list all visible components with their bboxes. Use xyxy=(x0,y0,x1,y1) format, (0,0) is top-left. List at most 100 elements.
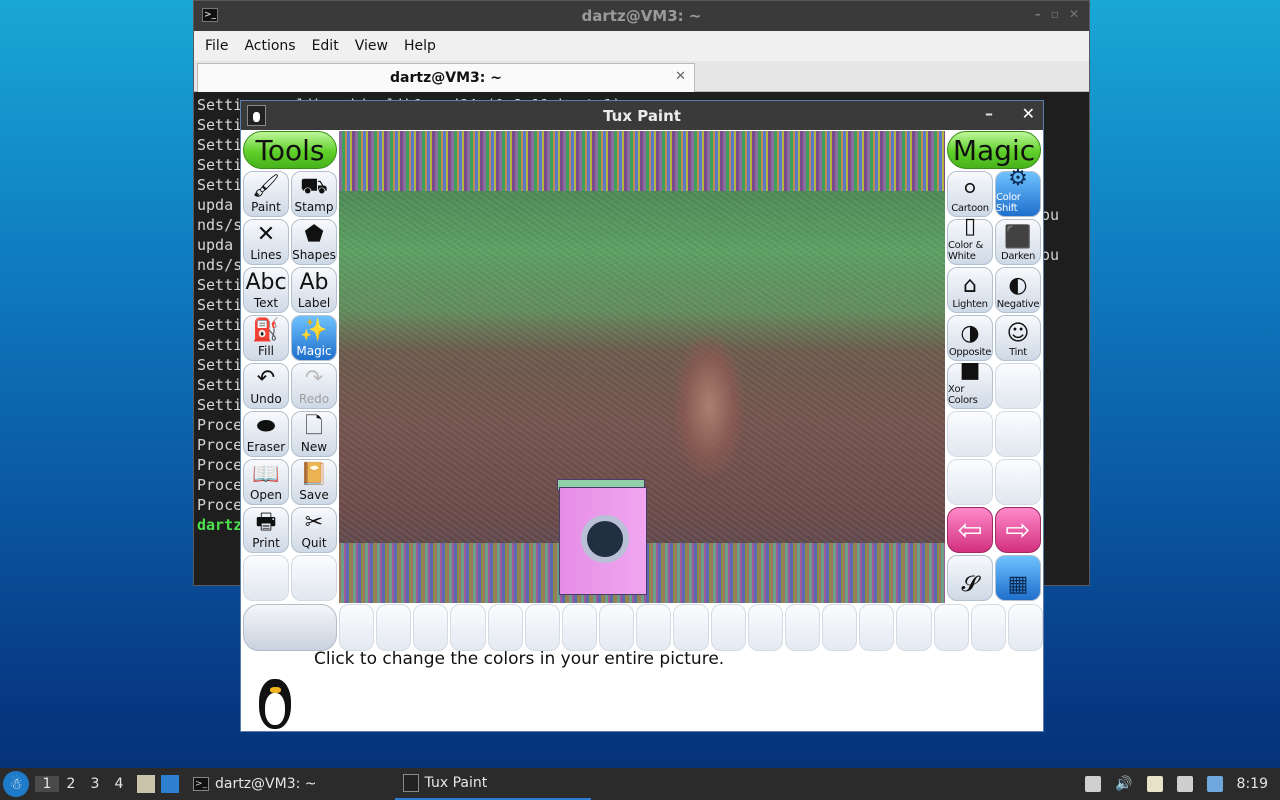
tool-label: Undo xyxy=(250,392,282,406)
tool-eraser-button[interactable]: ⬬ Eraser xyxy=(243,411,289,457)
color-swatch[interactable] xyxy=(636,604,672,651)
menu-help[interactable]: Help xyxy=(396,38,444,54)
tool-lines-button[interactable]: ✕ Lines xyxy=(243,219,289,265)
color-swatch[interactable] xyxy=(859,604,895,651)
workspace-switcher: 1 2 3 4 xyxy=(35,776,131,792)
washing-machine-stamp xyxy=(555,479,647,595)
tuxpaint-title: Tux Paint xyxy=(603,106,681,125)
magic-color-white-button[interactable]: ▯ Color & White xyxy=(947,215,993,265)
tool-label: Label xyxy=(297,296,331,310)
network-icon[interactable] xyxy=(1176,776,1193,792)
menu-file[interactable]: File xyxy=(197,38,236,54)
volume-icon[interactable]: 🔊 xyxy=(1115,776,1132,792)
redo-icon: ↷ xyxy=(304,366,324,391)
clipboard-icon[interactable] xyxy=(1085,776,1102,792)
tool-quit-button[interactable]: ✂ Quit xyxy=(291,507,337,553)
minimize-icon[interactable]: – xyxy=(985,104,993,123)
magic-fullscreen-mode-icon[interactable]: ▦ xyxy=(995,555,1041,601)
color-white-icon: ▯ xyxy=(963,214,977,239)
color-swatch[interactable] xyxy=(524,604,560,651)
minimize-icon[interactable]: – xyxy=(1035,7,1041,21)
workspace-1[interactable]: 1 xyxy=(35,776,59,792)
task-terminal[interactable]: >_ dartz@VM3: ~ xyxy=(185,768,325,800)
magic-color-shift-button[interactable]: ⚙ Color Shift xyxy=(995,167,1041,217)
clock[interactable]: 8:19 xyxy=(1237,776,1268,792)
start-menu-icon[interactable]: ☃ xyxy=(3,771,29,797)
magic-xor-colors-button[interactable]: ■ Xor Colors xyxy=(947,359,993,409)
empty-magic-slot xyxy=(947,459,993,505)
terminal-tab[interactable]: dartz@VM3: ~ ✕ xyxy=(197,63,695,92)
tool-shapes-button[interactable]: ⬟ Shapes xyxy=(291,219,337,265)
close-icon[interactable]: ✕ xyxy=(1069,7,1079,21)
color-swatch[interactable] xyxy=(339,604,375,651)
tools-palette: 🖌 Paint ⛟ Stamp ✕ Lines ⬟ Shapes Abc Text Ab Label ⛽… xyxy=(243,171,337,601)
file-manager-icon[interactable] xyxy=(137,775,155,793)
canvas-stripes xyxy=(339,131,945,191)
color-swatch[interactable] xyxy=(673,604,709,651)
workspace-4[interactable]: 4 xyxy=(107,776,131,792)
menu-view[interactable]: View xyxy=(347,38,396,54)
tool-fill-button[interactable]: ⛽ Fill xyxy=(243,315,289,361)
color-swatch[interactable] xyxy=(599,604,635,651)
tool-open-button[interactable]: 📖 Open xyxy=(243,459,289,505)
color-swatch[interactable] xyxy=(970,604,1006,651)
color-swatch[interactable] xyxy=(896,604,932,651)
magic-header: Magic xyxy=(947,131,1041,169)
tool-label: Redo xyxy=(298,392,330,406)
color-swatch[interactable] xyxy=(561,604,598,651)
color-swatch[interactable] xyxy=(822,604,858,651)
drawing-canvas[interactable] xyxy=(339,131,945,603)
tool-new-button[interactable]: 🗋 New xyxy=(291,411,337,457)
workspace-3[interactable]: 3 xyxy=(83,776,107,792)
magic-next-arrow-icon[interactable]: ⇨ xyxy=(995,507,1041,553)
terminal-icon: >_ xyxy=(202,8,218,22)
color-swatch[interactable] xyxy=(413,604,449,651)
tool-paint-button[interactable]: 🖌 Paint xyxy=(243,171,289,217)
magic-paint-mode-icon[interactable]: 𝓢 xyxy=(947,555,993,601)
magic-tint-button[interactable]: ☺ Tint xyxy=(995,315,1041,361)
magic-negative-button[interactable]: ◐ Negative xyxy=(995,267,1041,313)
magic-prev-arrow-icon[interactable]: ⇦ xyxy=(947,507,993,553)
workspace-2[interactable]: 2 xyxy=(59,776,83,792)
maximize-icon[interactable]: ▫ xyxy=(1051,7,1059,21)
color-swatch[interactable] xyxy=(487,604,523,651)
show-desktop-icon[interactable] xyxy=(161,775,179,793)
color-swatch[interactable] xyxy=(784,604,821,651)
magic-cartoon-button[interactable]: ⚪ Cartoon xyxy=(947,171,993,217)
task-tuxpaint[interactable]: Tux Paint xyxy=(394,768,591,800)
color-swatch[interactable] xyxy=(710,604,746,651)
terminal-window-controls[interactable]: – ▫ ✕ xyxy=(1035,7,1079,21)
canvas-figure xyxy=(674,336,744,476)
terminal-title: dartz@VM3: ~ xyxy=(581,7,702,25)
magic-opposite-button[interactable]: ◑ Opposite xyxy=(947,315,993,361)
tool-print-button[interactable]: 🖶 Print xyxy=(243,507,289,553)
terminal-titlebar[interactable]: >_ dartz@VM3: ~ – ▫ ✕ xyxy=(194,1,1089,31)
magic-darken-button[interactable]: ⬛ Darken xyxy=(995,219,1041,265)
notes-icon[interactable] xyxy=(1146,776,1163,792)
tuxpaint-window[interactable]: Tux Paint – ✕ Tools Magic 🖌 Paint ⛟ Stamp ✕ L… xyxy=(240,100,1044,732)
color-swatch[interactable] xyxy=(933,604,969,651)
tip-text: Click to change the colors in your entir… xyxy=(314,649,725,669)
tool-save-button[interactable]: 📔 Save xyxy=(291,459,337,505)
notification-icon[interactable] xyxy=(1206,776,1223,792)
tuxpaint-titlebar[interactable]: Tux Paint – ✕ xyxy=(241,101,1043,130)
tool-label: Open xyxy=(249,488,283,502)
tool-undo-button[interactable]: ↶ Undo xyxy=(243,363,289,409)
tool-redo-button: ↷ Redo xyxy=(291,363,337,409)
tint-icon: ☺ xyxy=(1006,321,1030,346)
shapes-icon: ⬟ xyxy=(304,222,324,247)
tool-stamp-button[interactable]: ⛟ Stamp xyxy=(291,171,337,217)
menu-edit[interactable]: Edit xyxy=(304,38,347,54)
tool-text-button[interactable]: Abc Text xyxy=(243,267,289,313)
menu-actions[interactable]: Actions xyxy=(236,38,303,54)
tab-close-icon[interactable]: ✕ xyxy=(675,69,686,84)
color-swatch[interactable] xyxy=(376,604,412,651)
color-swatch[interactable] xyxy=(747,604,783,651)
magic-lighten-button[interactable]: ⌂ Lighten xyxy=(947,267,993,313)
empty-magic-slot xyxy=(995,459,1041,505)
tool-label-button[interactable]: Ab Label xyxy=(291,267,337,313)
color-swatch[interactable] xyxy=(450,604,486,651)
close-icon[interactable]: ✕ xyxy=(1022,104,1035,123)
color-swatch[interactable] xyxy=(1007,604,1043,651)
tool-magic-button[interactable]: ✨ Magic xyxy=(291,315,337,361)
